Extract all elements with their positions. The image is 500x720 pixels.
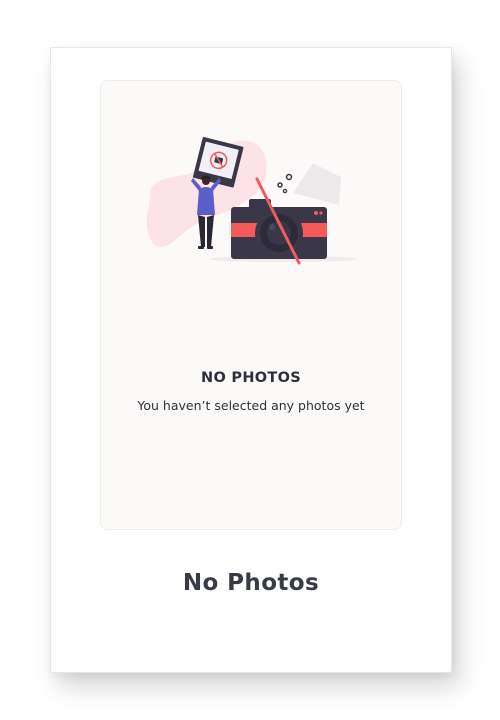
footer-title: No Photos <box>182 570 320 596</box>
sparkle-shape <box>293 163 341 205</box>
no-camera-illustration <box>146 137 357 265</box>
empty-state-panel: NO PHOTOS You haven’t selected any photo… <box>100 80 402 530</box>
empty-state-subtitle: You haven’t selected any photos yet <box>137 398 365 413</box>
empty-state-title: NO PHOTOS <box>201 370 301 386</box>
empty-photos-card: NO PHOTOS You haven’t selected any photo… <box>50 47 452 673</box>
